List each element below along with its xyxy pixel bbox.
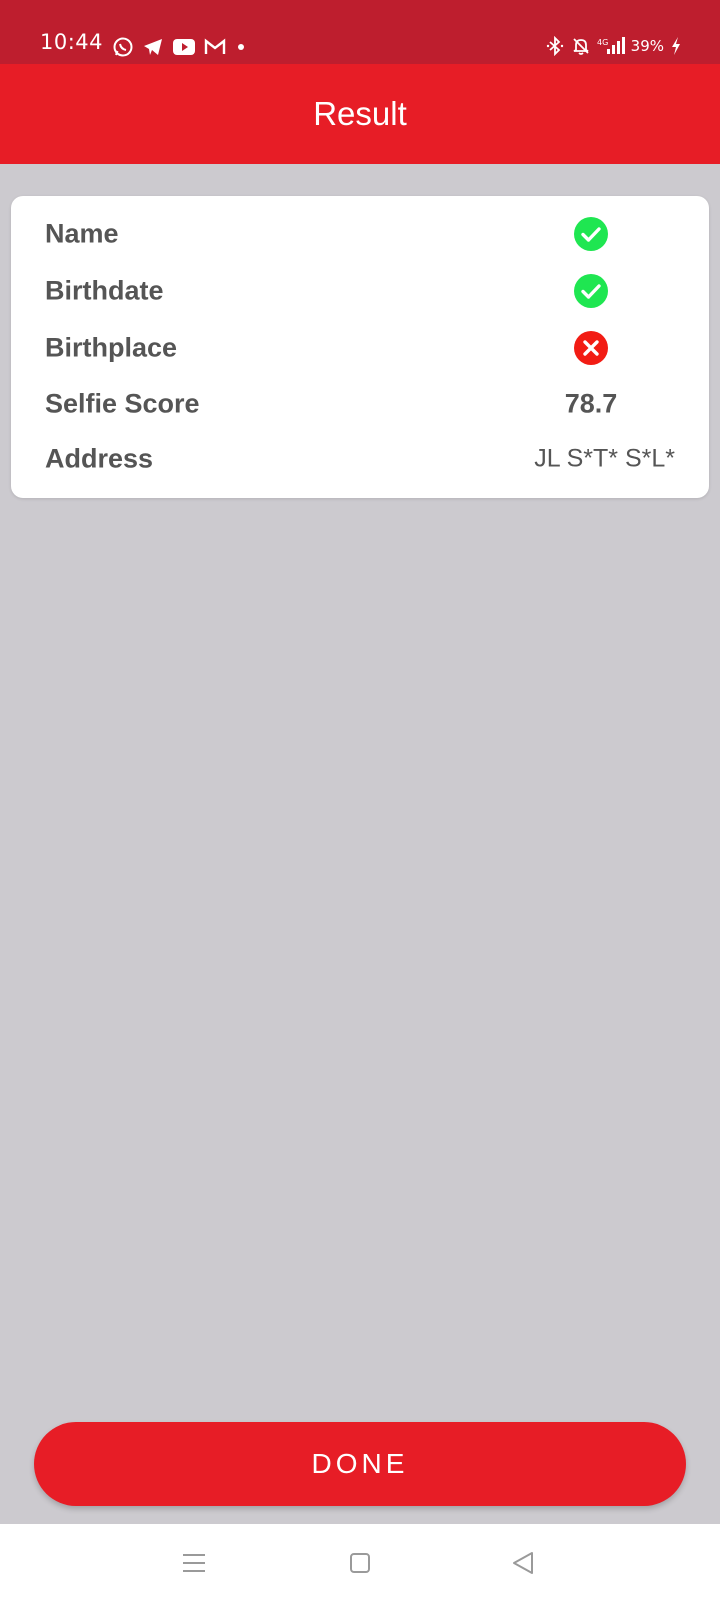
page-title: Result — [313, 95, 407, 132]
telegram-icon — [142, 36, 164, 58]
row-label: Address — [45, 443, 154, 474]
check-icon — [573, 273, 609, 309]
bluetooth-icon — [545, 36, 565, 56]
status-notification-icons — [112, 36, 248, 58]
result-row-name: Name — [11, 206, 709, 262]
done-button-label: DONE — [311, 1448, 409, 1479]
whatsapp-icon — [112, 36, 134, 58]
result-row-address: Address JL S*T* S*L* — [11, 431, 709, 487]
status-bar: 10:44 4G 39% — [0, 0, 720, 64]
back-triangle-icon[interactable] — [506, 1546, 540, 1580]
cross-icon — [573, 330, 609, 366]
gmail-icon — [204, 37, 226, 57]
notification-dot-icon — [234, 37, 248, 57]
result-row-selfie-score: Selfie Score 78.7 — [11, 376, 709, 432]
result-row-birthplace: Birthplace — [11, 320, 709, 376]
system-nav-bar — [0, 1524, 720, 1600]
status-time: 10:44 — [40, 30, 104, 54]
row-label: Birthdate — [45, 275, 164, 306]
check-icon — [573, 216, 609, 252]
youtube-icon — [172, 37, 196, 57]
charging-icon — [670, 36, 682, 56]
result-row-birthdate: Birthdate — [11, 263, 709, 319]
done-button[interactable]: DONE — [34, 1422, 686, 1506]
signal-4g-icon: 4G — [597, 36, 625, 56]
home-square-icon[interactable] — [343, 1546, 377, 1580]
menu-icon[interactable] — [177, 1546, 211, 1580]
svg-text:4G: 4G — [597, 38, 608, 47]
row-label: Selfie Score — [45, 388, 200, 419]
app-bar: Result — [0, 64, 720, 164]
status-system-icons: 4G 39% — [545, 36, 682, 56]
address-value: JL S*T* S*L* — [534, 444, 675, 473]
row-label: Birthplace — [45, 332, 178, 363]
row-label: Name — [45, 218, 119, 249]
result-card: Name Birthdate Birthplace Selfie Score 7… — [11, 196, 709, 498]
mute-bell-icon — [571, 36, 591, 56]
selfie-score-value: 78.7 — [564, 388, 618, 419]
battery-percentage: 39% — [630, 37, 664, 55]
